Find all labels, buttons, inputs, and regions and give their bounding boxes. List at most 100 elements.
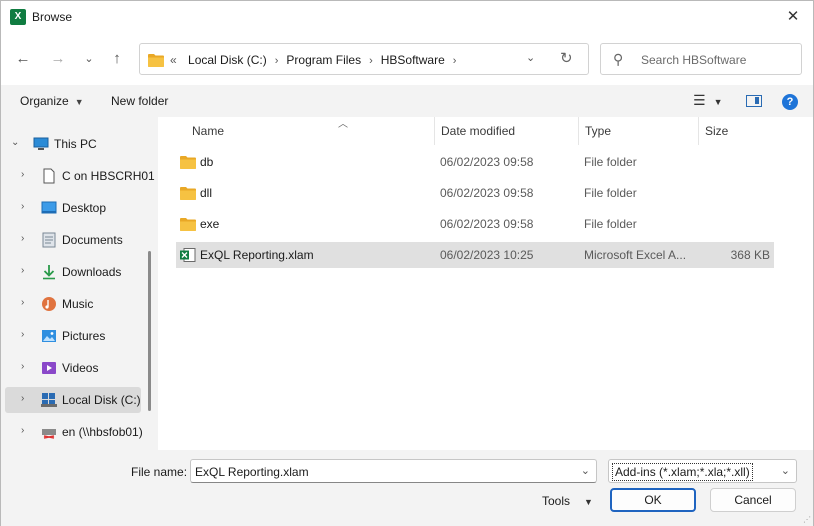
breadcrumb: « Local Disk (C:) › Program Files › HBSoftwa… bbox=[170, 53, 464, 67]
caret-down-icon: ▼ bbox=[74, 97, 84, 107]
file-row[interactable]: db 06/02/2023 09:58 File folder bbox=[176, 149, 774, 175]
column-date-label: Date modified bbox=[441, 124, 516, 138]
chevron-down-icon[interactable]: ⌄ bbox=[781, 464, 790, 477]
file-type: File folder bbox=[584, 155, 637, 169]
window-title: Browse bbox=[32, 10, 73, 24]
new-folder-button[interactable]: New folder bbox=[111, 94, 168, 108]
file-name-value[interactable]: ExQL Reporting.xlam bbox=[195, 465, 309, 479]
file-date: 06/02/2023 09:58 bbox=[440, 217, 534, 231]
chevron-right-icon[interactable]: › bbox=[21, 425, 24, 436]
file-type: File folder bbox=[584, 217, 637, 231]
column-header-date[interactable]: Date modified bbox=[434, 117, 578, 145]
chevron-right-icon[interactable]: › bbox=[21, 169, 24, 180]
dialog-footer: File name: ExQL Reporting.xlam ⌄ Add-ins… bbox=[1, 450, 813, 526]
tree-item[interactable]: › en (\\hbsfob01) bbox=[5, 419, 143, 445]
cancel-button[interactable]: Cancel bbox=[710, 488, 796, 512]
file-name-label: File name: bbox=[131, 465, 188, 479]
file-row[interactable]: exe 06/02/2023 09:58 File folder bbox=[176, 211, 774, 237]
refresh-icon[interactable]: ↻ bbox=[560, 49, 573, 67]
forward-arrow-icon: → bbox=[50, 50, 66, 67]
column-name-label: Name bbox=[192, 124, 225, 138]
address-history-dropdown[interactable]: ⌄ bbox=[526, 51, 535, 64]
chevron-down-icon: ⌄ bbox=[84, 53, 94, 65]
tree-item-label: C on HBSCRH01 bbox=[62, 169, 155, 183]
tree-item-label: Documents bbox=[62, 233, 123, 247]
file-name: ExQL Reporting.xlam bbox=[200, 248, 314, 262]
breadcrumb-program-files[interactable]: Program Files bbox=[286, 53, 361, 67]
folder-icon bbox=[180, 217, 196, 234]
help-icon[interactable]: ? bbox=[782, 94, 798, 110]
file-name-field[interactable]: ExQL Reporting.xlam ⌄ bbox=[190, 459, 597, 483]
column-type-label: Type bbox=[585, 124, 612, 138]
preview-pane-button[interactable] bbox=[746, 95, 762, 107]
pc-icon bbox=[33, 136, 49, 152]
chevron-down-icon[interactable]: ⌄ bbox=[581, 464, 590, 477]
recent-locations-button[interactable]: ⌄ bbox=[78, 49, 100, 69]
excel-file-icon bbox=[180, 248, 196, 265]
navigation-scrollbar[interactable] bbox=[148, 251, 151, 411]
file-type-filter[interactable]: Add-ins (*.xlam;*.xla;*.xll) ⌄ bbox=[608, 459, 797, 483]
chevron-right-icon[interactable]: › bbox=[275, 55, 279, 67]
tree-item[interactable]: › Music bbox=[5, 291, 141, 317]
ok-button[interactable]: OK bbox=[610, 488, 696, 512]
file-row[interactable]: dll 06/02/2023 09:58 File folder bbox=[176, 180, 774, 206]
chevron-right-icon[interactable]: › bbox=[21, 361, 24, 372]
forward-button[interactable]: → bbox=[47, 49, 69, 69]
chevron-right-icon[interactable]: › bbox=[21, 233, 24, 244]
tree-item[interactable]: › Documents bbox=[5, 227, 141, 253]
tools-label: Tools bbox=[542, 494, 571, 508]
organize-button[interactable]: Organize ▼ bbox=[20, 94, 84, 108]
breadcrumb-overflow[interactable]: « bbox=[170, 53, 177, 67]
tree-item-label: Pictures bbox=[62, 329, 106, 343]
tree-item[interactable]: › Desktop bbox=[5, 195, 141, 221]
breadcrumb-hbsoftware[interactable]: HBSoftware bbox=[381, 53, 445, 67]
chevron-right-icon[interactable]: › bbox=[453, 55, 457, 67]
resize-grip-icon[interactable]: ⋰ bbox=[803, 515, 811, 524]
tools-button[interactable]: Tools ▼ bbox=[542, 494, 593, 508]
chevron-right-icon[interactable]: › bbox=[21, 265, 24, 276]
column-header-type[interactable]: Type bbox=[578, 117, 698, 145]
tree-item[interactable]: › Videos bbox=[5, 355, 141, 381]
column-header-size[interactable]: Size bbox=[698, 117, 778, 145]
tree-item[interactable]: › Downloads bbox=[5, 259, 141, 285]
documents-icon bbox=[41, 232, 57, 248]
file-date: 06/02/2023 10:25 bbox=[440, 248, 534, 262]
tree-item-label: Videos bbox=[62, 361, 99, 375]
file-row[interactable]: ExQL Reporting.xlam 06/02/2023 10:25 Micro… bbox=[176, 242, 774, 268]
search-icon: ⚲ bbox=[613, 51, 624, 67]
browse-dialog: X Browse ✕ ← → ⌄ ↑ « Local Disk (C:) › Pro… bbox=[0, 0, 814, 526]
chevron-right-icon[interactable]: › bbox=[369, 55, 373, 67]
search-box[interactable]: ⚲ Search HBSoftware bbox=[600, 43, 802, 75]
column-header-name[interactable]: ︿ Name bbox=[192, 117, 434, 145]
sort-ascending-icon: ︿ bbox=[338, 119, 348, 130]
folder-icon bbox=[180, 155, 196, 172]
tree-item-label: This PC bbox=[54, 137, 97, 151]
tree-item-label: Music bbox=[62, 297, 94, 311]
videos-icon bbox=[41, 360, 57, 376]
tree-item[interactable]: ⌄ This PC bbox=[5, 131, 141, 157]
chevron-right-icon[interactable]: › bbox=[21, 297, 24, 308]
view-options-button[interactable]: ☰ ▼ bbox=[693, 92, 722, 109]
tree-item-label: Desktop bbox=[62, 201, 107, 215]
chevron-right-icon[interactable]: › bbox=[21, 329, 24, 340]
tree-item[interactable]: › Local Disk (C:) bbox=[5, 387, 141, 413]
tree-item[interactable]: › C on HBSCRH01 bbox=[5, 163, 155, 189]
chevron-right-icon[interactable]: › bbox=[21, 201, 24, 212]
tree-item-label: Downloads bbox=[62, 265, 122, 279]
caret-down-icon: ▼ bbox=[713, 97, 723, 107]
file-name: exe bbox=[200, 217, 220, 231]
back-button[interactable]: ← bbox=[12, 49, 34, 69]
tree-item[interactable]: › Pictures bbox=[5, 323, 141, 349]
breadcrumb-local-disk[interactable]: Local Disk (C:) bbox=[188, 53, 267, 67]
file-name: dll bbox=[200, 186, 213, 200]
address-bar[interactable]: « Local Disk (C:) › Program Files › HBSoftwa… bbox=[139, 43, 589, 75]
pictures-icon bbox=[41, 328, 57, 344]
chevron-down-icon[interactable]: ⌄ bbox=[11, 137, 19, 148]
music-icon bbox=[41, 296, 57, 312]
search-input[interactable]: Search HBSoftware bbox=[641, 53, 746, 67]
chevron-right-icon[interactable]: › bbox=[21, 393, 24, 404]
folder-icon bbox=[148, 54, 164, 67]
close-button[interactable]: ✕ bbox=[773, 1, 813, 33]
file-date: 06/02/2023 09:58 bbox=[440, 155, 534, 169]
up-button[interactable]: ↑ bbox=[106, 49, 128, 69]
